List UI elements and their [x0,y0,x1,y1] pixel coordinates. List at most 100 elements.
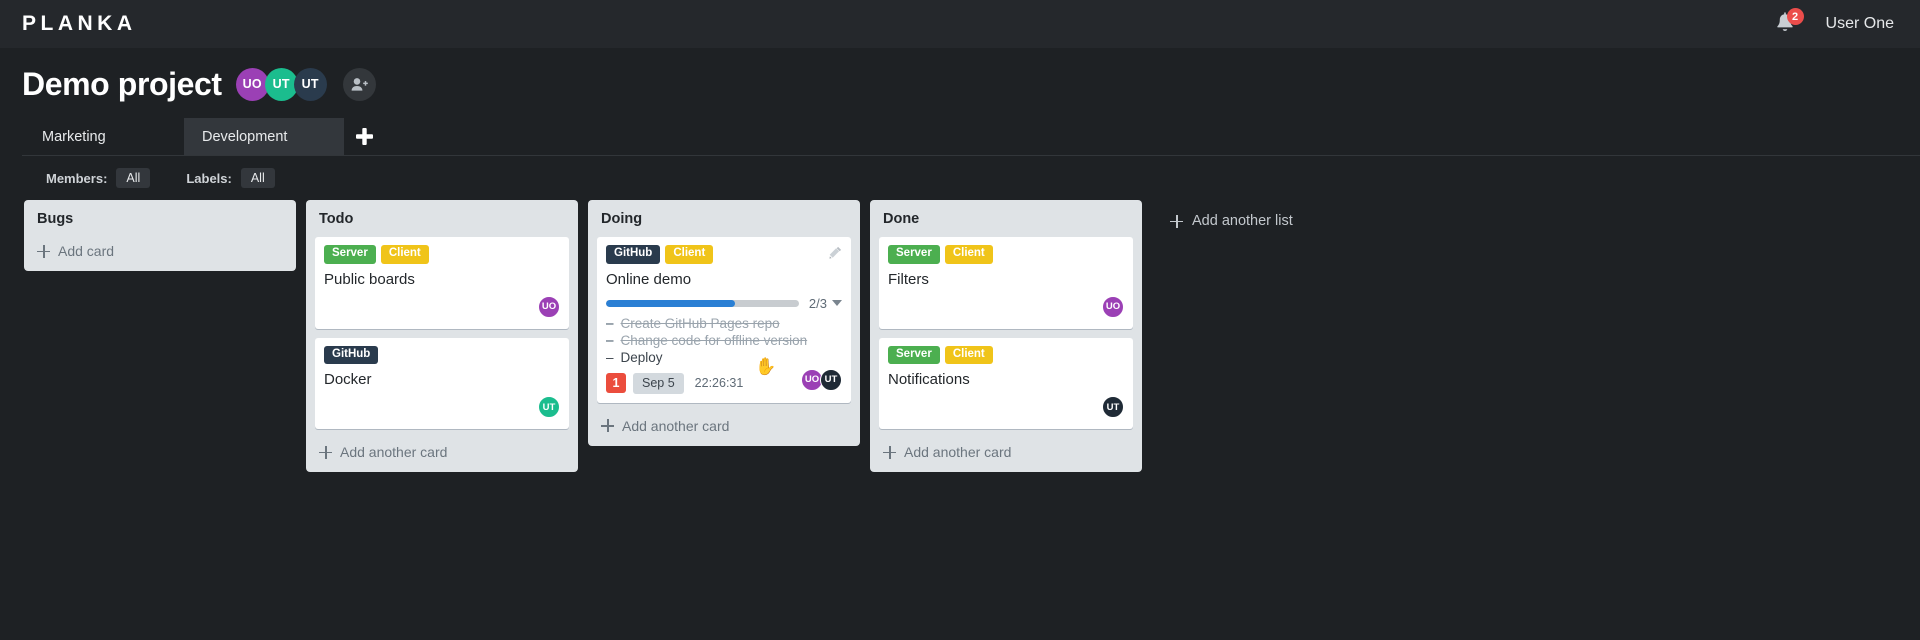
user-menu[interactable]: User One [1826,15,1894,33]
card-progress: 2/3 [606,296,842,311]
notifications-badge: 2 [1786,8,1804,25]
avatar[interactable]: UO [1102,295,1124,318]
avatar[interactable]: UT [1102,396,1124,419]
avatar[interactable]: UT [538,396,560,419]
board-list: Todo Server Client Public boards UO GitHub Doc… [306,200,578,473]
add-member-button[interactable] [342,67,376,101]
add-card-label: Add another card [622,417,730,434]
card-edit-button[interactable] [829,246,842,264]
card-title: Notifications [888,371,970,389]
chevron-down-icon[interactable] [832,300,842,307]
board-card[interactable]: Server Client Public boards UO [315,237,569,329]
card-labels: GitHub [324,345,560,365]
add-card-label: Add another card [340,444,448,461]
labels-filter-value[interactable]: All [240,168,275,188]
project-header: Demo project UO UT UT Marketing Developm… [0,48,1920,198]
members-filter-value[interactable]: All [116,168,151,188]
avatar[interactable]: UO [235,67,269,101]
progress-track [606,299,799,307]
labels-filter-label: Labels: [186,170,232,186]
card-label[interactable]: Client [944,245,993,264]
card-labels: Server Client [324,245,560,264]
card-title: Filters [888,270,929,288]
card-members: UT [538,396,560,419]
card-footer: 1 Sep 5 22:26:31 UO UT [606,366,842,394]
card-due-date[interactable]: Sep 5 [633,372,684,394]
add-card-button[interactable]: Add another card [315,438,569,472]
task-label: Deploy [620,349,663,365]
board-lists: Bugs Add card Todo Server Client Public board… [0,200,1920,473]
task-dash-icon: – [606,349,614,365]
card-label[interactable]: Client [665,245,714,264]
card-label[interactable]: Client [380,245,429,264]
progress-fill [606,299,735,307]
board-card[interactable]: GitHub Docker UT [315,337,569,430]
project-members: UO UT UT [235,67,327,101]
card-label[interactable]: GitHub [324,345,379,365]
add-list-button[interactable]: Add another list [1164,200,1299,242]
card-label[interactable]: Client [944,345,993,365]
progress-count-label: 2/3 [808,295,827,311]
card-label[interactable]: Server [324,245,376,264]
plus-icon [1170,214,1183,228]
card-title: Online demo [606,270,692,288]
avatar[interactable]: UT [293,67,327,101]
card-footer: UT [324,394,560,420]
card-task[interactable]: – Change code for offline version [606,332,842,349]
plus-icon [601,419,614,433]
card-labels: Server Client [888,245,1124,264]
board-list: Done Server Client Filters UO Server Client Not… [870,200,1142,473]
pencil-icon [829,246,842,259]
plus-icon [37,244,50,258]
task-dash-icon: – [606,332,614,348]
add-card-button[interactable]: Add card [33,237,287,271]
task-dash-icon: – [606,315,614,331]
avatar[interactable]: UT [264,67,298,101]
list-title[interactable]: Bugs [33,209,287,237]
card-count-badge[interactable]: 1 [606,373,626,394]
add-list-label: Add another list [1192,213,1293,229]
card-title: Docker [324,371,372,389]
filters-bar: Members: All Labels: All [22,156,1920,198]
card-task[interactable]: – Deploy [606,349,842,366]
card-label[interactable]: Server [888,245,940,264]
card-footer: UO [324,294,560,320]
board-card[interactable]: Server Client Filters UO [879,237,1133,329]
card-footer: UT [888,394,1124,420]
top-bar-right: 2 User One [1774,8,1894,37]
board-tabs: Marketing Development [22,118,1920,156]
card-title: Public boards [324,270,415,288]
list-title[interactable]: Todo [315,209,569,237]
progress-count[interactable]: 2/3 [809,296,842,311]
add-board-button[interactable] [344,118,384,155]
card-members: UO [1102,295,1124,318]
card-timer[interactable]: 22:26:31 [695,376,744,390]
avatar[interactable]: UO [538,295,560,318]
card-labels: Server Client [888,345,1124,365]
plus-icon [319,445,332,459]
list-title[interactable]: Done [879,209,1133,237]
card-label[interactable]: GitHub [606,245,661,264]
app-logo[interactable]: PLANKA [22,12,137,36]
top-bar: PLANKA 2 User One [0,0,1920,48]
tab-marketing[interactable]: Marketing [24,118,184,155]
list-title[interactable]: Doing [597,209,851,237]
add-card-button[interactable]: Add another card [597,412,851,446]
board-card[interactable]: Server Client Notifications UT [879,337,1133,430]
add-card-label: Add card [58,243,115,259]
tab-label: Development [202,128,288,145]
card-meta: 1 Sep 5 22:26:31 [606,372,744,394]
card-task[interactable]: – Create GitHub Pages repo [606,315,842,332]
project-title-row: Demo project UO UT UT [22,62,1920,106]
task-label: Change code for offline version [620,332,808,348]
card-labels: GitHub Client [606,245,842,264]
board-card[interactable]: GitHub Client Online demo 2/3 – Create GitHub… [597,237,851,403]
tab-development[interactable]: Development [184,118,344,155]
notifications-button[interactable]: 2 [1774,8,1804,37]
avatar[interactable]: UT [820,368,842,391]
board-list: Bugs Add card [24,200,296,271]
card-label[interactable]: Server [888,345,940,365]
plus-icon [883,445,896,459]
add-card-button[interactable]: Add another card [879,438,1133,472]
page-title[interactable]: Demo project [22,68,222,100]
